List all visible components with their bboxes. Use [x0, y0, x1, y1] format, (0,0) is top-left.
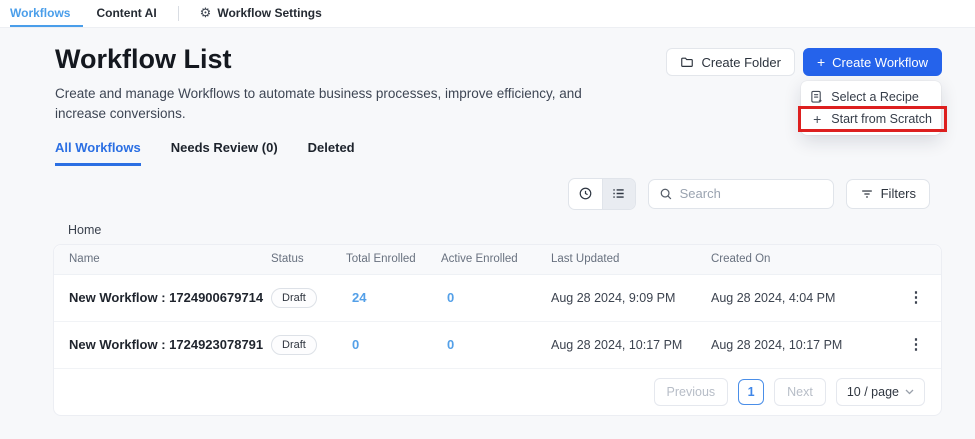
workflow-name-link[interactable]: New Workflow : 1724900679714 — [54, 290, 271, 305]
title-block: Workflow List Create and manage Workflow… — [55, 44, 600, 125]
pagination: Previous 1 Next 10 / page — [54, 369, 941, 415]
page-header: Workflow List Create and manage Workflow… — [0, 44, 975, 125]
column-header-status: Status — [271, 253, 346, 265]
status-cell: Draft — [271, 335, 346, 355]
gear-icon: ⚙ — [200, 6, 212, 19]
top-nav: Workflows Content AI ⚙ Workflow Settings — [0, 0, 975, 28]
column-header-created-on: Created On — [711, 253, 891, 265]
chevron-down-icon — [905, 389, 914, 395]
page-number-button[interactable]: 1 — [738, 379, 764, 405]
active-enrolled-link[interactable]: 0 — [441, 290, 551, 305]
list-toolbar: Filters — [0, 178, 930, 210]
search-icon — [659, 187, 673, 201]
status-badge: Draft — [271, 335, 317, 355]
created-on-cell: Aug 28 2024, 10:17 PM — [711, 338, 891, 352]
create-workflow-button[interactable]: + Create Workflow — [803, 48, 942, 76]
next-page-button[interactable]: Next — [774, 378, 826, 406]
last-updated-cell: Aug 28 2024, 10:17 PM — [551, 338, 711, 352]
previous-page-button[interactable]: Previous — [654, 378, 729, 406]
menu-item-label: Start from Scratch — [831, 112, 932, 126]
menu-item-start-from-scratch[interactable]: + Start from Scratch — [801, 108, 941, 130]
search-box — [648, 179, 834, 209]
nav-workflows-label: Workflows — [10, 6, 70, 20]
total-enrolled-link[interactable]: 24 — [346, 290, 441, 305]
page-body: Workflow List Create and manage Workflow… — [0, 28, 975, 416]
search-input[interactable] — [680, 186, 823, 201]
header-actions: Create Folder + Create Workflow — [666, 48, 942, 76]
workflow-table-card: Name Status Total Enrolled Active Enroll… — [53, 244, 942, 416]
table-row: New Workflow : 1724923078791 Draft 0 0 A… — [54, 322, 941, 369]
actions-cell: ⋮ — [891, 290, 941, 305]
list-tabs: All Workflows Needs Review (0) Deleted — [0, 140, 975, 166]
active-enrolled-link[interactable]: 0 — [441, 337, 551, 352]
tab-all-workflows[interactable]: All Workflows — [55, 140, 141, 166]
filters-label: Filters — [881, 186, 916, 201]
create-workflow-label: Create Workflow — [832, 55, 928, 70]
page-title: Workflow List — [55, 44, 600, 75]
tab-needs-review[interactable]: Needs Review (0) — [171, 140, 278, 166]
column-header-active-enrolled: Active Enrolled — [441, 253, 551, 265]
nav-tab-workflows[interactable]: Workflows — [10, 0, 83, 27]
kebab-menu-icon[interactable]: ⋮ — [909, 290, 924, 305]
timeline-view-button[interactable] — [569, 179, 602, 209]
table-row: New Workflow : 1724900679714 Draft 24 0 … — [54, 275, 941, 322]
menu-item-label: Select a Recipe — [831, 90, 919, 104]
list-icon — [611, 186, 626, 201]
table-header-row: Name Status Total Enrolled Active Enroll… — [54, 245, 941, 275]
column-header-name: Name — [54, 253, 271, 265]
plus-icon: + — [810, 112, 824, 126]
page-size-label: 10 / page — [847, 385, 899, 399]
plus-icon: + — [817, 55, 825, 69]
menu-item-select-a-recipe[interactable]: Select a Recipe — [801, 86, 941, 108]
total-enrolled-link[interactable]: 0 — [346, 337, 441, 352]
folder-icon — [680, 55, 694, 69]
nav-workflow-settings-label: Workflow Settings — [217, 6, 321, 20]
filters-button[interactable]: Filters — [846, 179, 930, 209]
tab-deleted[interactable]: Deleted — [308, 140, 355, 166]
column-header-total-enrolled: Total Enrolled — [346, 253, 441, 265]
nav-divider — [178, 6, 179, 21]
actions-cell: ⋮ — [891, 337, 941, 352]
list-view-button[interactable] — [602, 179, 635, 209]
kebab-menu-icon[interactable]: ⋮ — [909, 337, 924, 352]
status-badge: Draft — [271, 288, 317, 308]
create-folder-button[interactable]: Create Folder — [666, 48, 794, 76]
nav-tab-workflow-settings[interactable]: ⚙ Workflow Settings — [187, 0, 335, 27]
page-description: Create and manage Workflows to automate … — [55, 84, 600, 125]
last-updated-cell: Aug 28 2024, 9:09 PM — [551, 291, 711, 305]
nav-tab-content-ai[interactable]: Content AI — [83, 0, 169, 27]
filter-icon — [860, 187, 874, 201]
created-on-cell: Aug 28 2024, 4:04 PM — [711, 291, 891, 305]
view-toggle — [568, 178, 636, 210]
nav-content-ai-label: Content AI — [96, 6, 156, 20]
column-header-last-updated: Last Updated — [551, 253, 711, 265]
clock-icon — [578, 186, 593, 201]
breadcrumb[interactable]: Home — [68, 223, 975, 237]
create-folder-label: Create Folder — [701, 55, 780, 70]
page-size-select[interactable]: 10 / page — [836, 378, 925, 406]
status-cell: Draft — [271, 288, 346, 308]
create-workflow-menu: Select a Recipe + Start from Scratch — [801, 81, 941, 135]
recipe-icon — [810, 90, 824, 104]
workflow-name-link[interactable]: New Workflow : 1724923078791 — [54, 337, 271, 352]
